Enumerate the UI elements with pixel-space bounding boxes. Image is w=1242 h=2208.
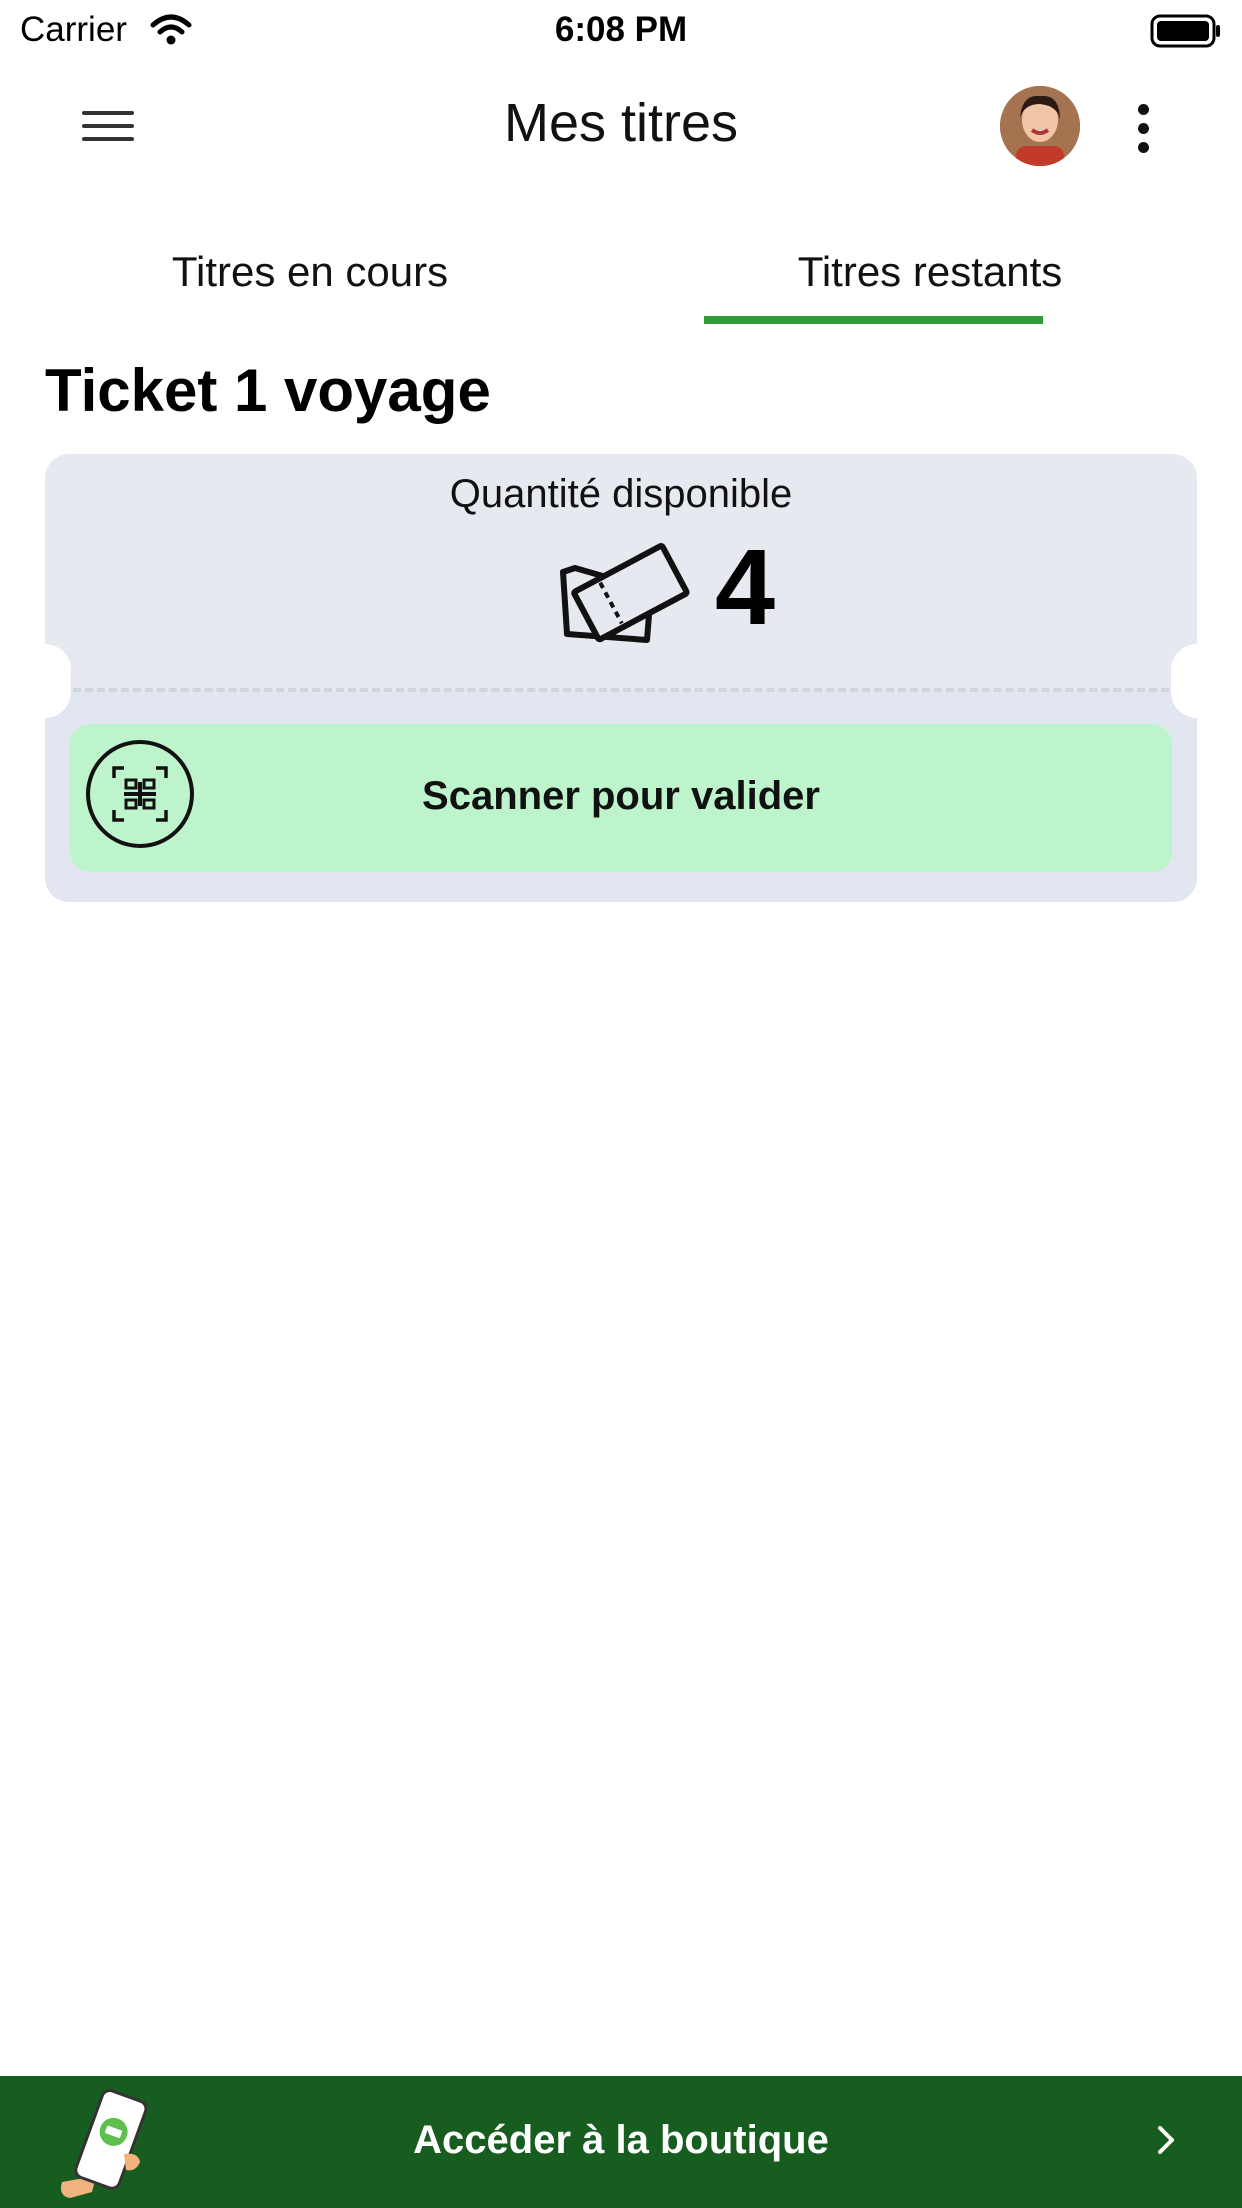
ticket-icon [560,543,690,643]
ticket-type-title: Ticket 1 voyage [45,357,491,424]
ticket-perforation [73,688,1169,692]
scan-button-label: Scanner pour valider [422,774,820,818]
nav-bar: Mes titres [0,62,1242,190]
status-time: 6:08 PM [554,10,688,49]
shop-bar-label: Accéder à la boutique [413,2118,829,2162]
tab-titres-restants[interactable]: Titres restants [700,248,1160,296]
tab-titres-en-cours[interactable]: Titres en cours [110,248,510,296]
more-icon[interactable] [1125,100,1161,154]
shop-bar-button[interactable]: Accéder à la boutique [0,2076,1242,2208]
battery-icon [1150,14,1220,48]
quantity-value: 4 [715,526,776,647]
ticket-notch-right [1171,644,1223,718]
avatar[interactable] [1000,86,1080,166]
active-tab-indicator [704,316,1043,324]
quantity-label: Quantité disponible [449,472,793,516]
ticket-card: Quantité disponible 4 Scanner pour valid… [19,454,1223,902]
ticket-notch-left [19,644,71,718]
scan-to-validate-button[interactable]: Scanner pour valider [70,724,1172,872]
chevron-right-icon [1158,2126,1174,2154]
tab-bar: Titres en cours Titres restants [0,230,1242,326]
status-bar: Carrier 6:08 PM [0,0,1242,62]
